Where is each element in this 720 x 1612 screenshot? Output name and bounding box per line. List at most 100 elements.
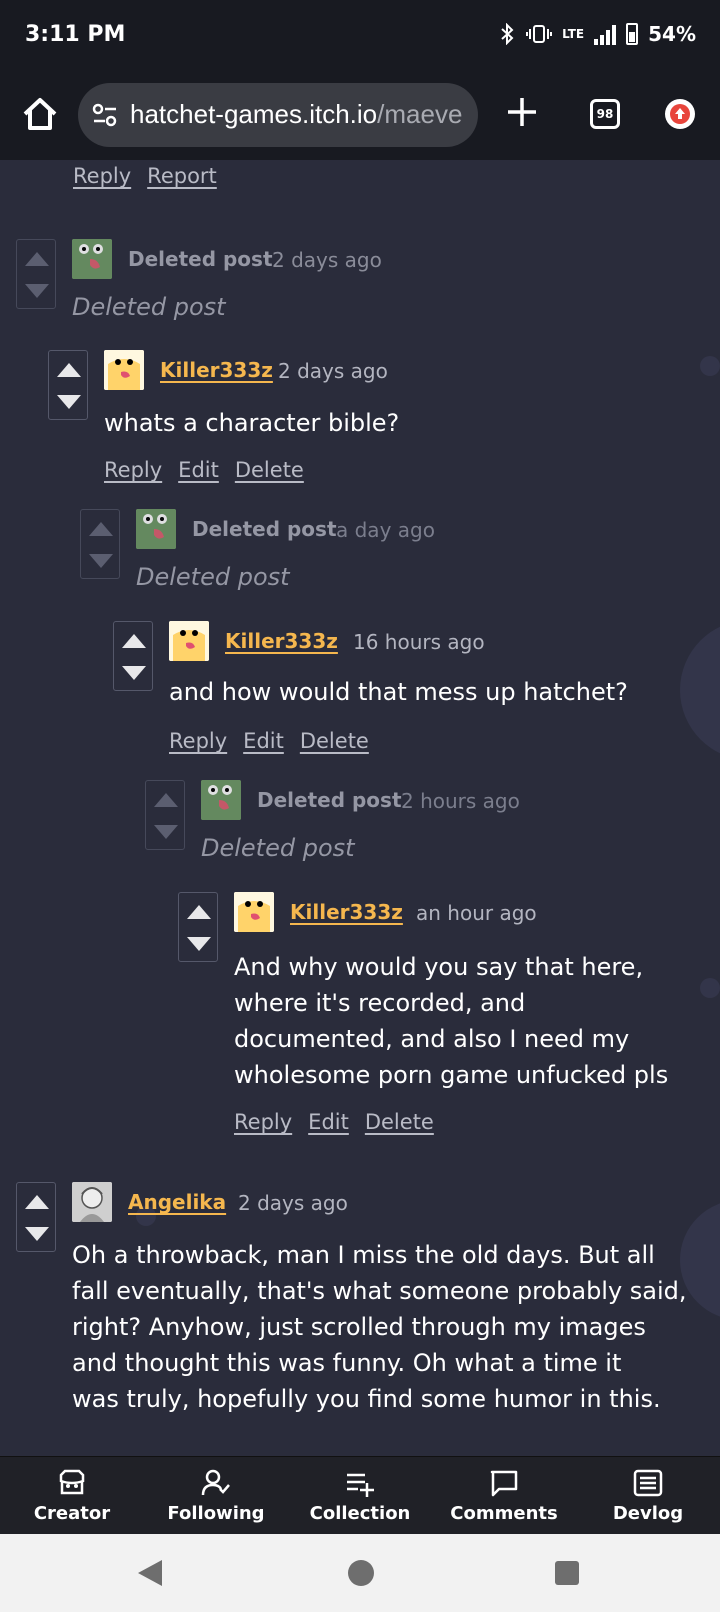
comment-author: Deleted post (192, 517, 337, 541)
nav-label: Creator (33, 1503, 111, 1524)
tab-switcher-button[interactable]: 98 (590, 99, 620, 129)
site-settings-icon[interactable] (92, 103, 118, 127)
following-icon (201, 1469, 230, 1496)
nav-label: Following (167, 1503, 265, 1524)
comment-author: Deleted post (128, 247, 273, 271)
frog-icon (136, 509, 176, 549)
nav-creator[interactable]: Creator (0, 1457, 144, 1534)
comment-time: 2 days ago (238, 1191, 348, 1215)
vibrate-icon (526, 25, 553, 43)
edit-link[interactable]: Edit (178, 458, 219, 482)
tab-count: 98 (596, 107, 614, 121)
url-text[interactable]: hatchet-games.itch.io/maeve (130, 99, 462, 130)
comment: Deleted post a day ago Deleted post (80, 509, 700, 619)
nav-label: Devlog (612, 1503, 684, 1524)
vote-widget (178, 892, 218, 962)
battery-icon (626, 23, 639, 45)
downvote-icon[interactable] (57, 395, 81, 409)
nav-collection[interactable]: Collection (288, 1457, 432, 1534)
upvote-icon[interactable] (122, 634, 146, 648)
reply-link[interactable]: Reply (73, 164, 131, 188)
downvote-icon[interactable] (89, 554, 113, 568)
delete-link[interactable]: Delete (300, 729, 369, 753)
new-tab-icon[interactable] (504, 94, 540, 130)
vote-widget (145, 780, 185, 850)
nav-devlog[interactable]: Devlog (576, 1457, 720, 1534)
duck-icon (169, 621, 209, 661)
comment: Deleted post 2 hours ago Deleted post (145, 780, 705, 890)
vote-widget (80, 509, 120, 579)
duck-icon (234, 892, 274, 932)
nav-label: Comments (450, 1503, 558, 1524)
comment-time: 2 hours ago (401, 789, 520, 813)
comment-time: 2 days ago (272, 248, 382, 272)
comment-line: right? Anyhow, just scrolled through my … (72, 1313, 646, 1341)
comments-section[interactable]: Reply Report Deleted post 2 days ago Del… (0, 160, 720, 1456)
comment-line: and thought this was funny. Oh what a ti… (72, 1349, 622, 1377)
browser-toolbar: hatchet-games.itch.io/maeve 98 (0, 72, 720, 160)
downvote-icon[interactable] (187, 937, 211, 951)
comment-line: where it's recorded, and (234, 989, 526, 1017)
nav-comments[interactable]: Comments (432, 1457, 576, 1534)
upvote-icon[interactable] (89, 522, 113, 536)
comment-author-link[interactable]: Killer333z (160, 358, 273, 382)
frog-icon (72, 239, 112, 279)
edit-link[interactable]: Edit (308, 1110, 349, 1134)
comment: Killer333z 16 hours ago and how would th… (113, 621, 713, 771)
downvote-icon[interactable] (122, 666, 146, 680)
upvote-icon[interactable] (187, 905, 211, 919)
back-icon[interactable] (138, 1560, 162, 1586)
upvote-icon[interactable] (154, 793, 178, 807)
comment-line: fall eventually, that's what someone pro… (72, 1277, 687, 1305)
comment-time: an hour ago (416, 901, 537, 925)
comment-body: And why would you say that here, where i… (234, 949, 704, 1093)
anime-avatar-icon (72, 1182, 112, 1222)
comment: Killer333z an hour ago And why would you… (178, 892, 708, 1152)
recents-icon[interactable] (555, 1561, 579, 1585)
downvote-icon[interactable] (25, 1227, 49, 1241)
upvote-icon[interactable] (25, 1195, 49, 1209)
battery-percent: 54% (648, 22, 696, 46)
delete-link[interactable]: Delete (365, 1110, 434, 1134)
vote-widget (113, 621, 153, 691)
reply-link[interactable]: Reply (234, 1110, 292, 1134)
delete-link[interactable]: Delete (235, 458, 304, 482)
comment-body: Deleted post (72, 293, 226, 321)
edit-link[interactable]: Edit (243, 729, 284, 753)
downvote-icon[interactable] (154, 825, 178, 839)
reply-link[interactable]: Reply (169, 729, 227, 753)
report-link[interactable]: Report (147, 164, 217, 188)
upvote-icon[interactable] (25, 252, 49, 266)
duck-icon (104, 350, 144, 390)
url-bar[interactable]: hatchet-games.itch.io/maeve (78, 83, 478, 147)
comment-author-link[interactable]: Killer333z (225, 629, 338, 653)
status-time: 3:11 PM (25, 22, 126, 47)
signal-icon (594, 23, 617, 45)
comment-line: documented, and also I need my (234, 1025, 630, 1053)
vote-widget (48, 350, 88, 420)
comment-author-link[interactable]: Angelika (128, 1190, 226, 1214)
comment: Killer333z 2 days ago whats a character … (48, 350, 708, 500)
comment: Deleted post 2 days ago Deleted post (16, 239, 706, 349)
downvote-icon[interactable] (25, 284, 49, 298)
upvote-icon[interactable] (57, 363, 81, 377)
collection-icon (347, 1473, 374, 1497)
comment-line: Oh a throwback, man I miss the old days.… (72, 1241, 655, 1269)
update-icon[interactable] (665, 99, 695, 129)
network-type: LTE (562, 27, 585, 41)
comment-line: was truly, hopefully you find some humor… (72, 1385, 661, 1413)
bottom-navigation: Creator Following Collection Comments De… (0, 1456, 720, 1534)
reply-link[interactable]: Reply (104, 458, 162, 482)
nav-following[interactable]: Following (144, 1457, 288, 1534)
comment-time: a day ago (336, 518, 435, 542)
status-bar: 3:11 PM LTE 54% (0, 0, 720, 72)
comment-time: 2 days ago (278, 359, 388, 383)
home-icon[interactable] (20, 94, 60, 134)
comment-author-link[interactable]: Killer333z (290, 900, 403, 924)
home-circle-icon[interactable] (348, 1560, 374, 1586)
comment-actions: Reply Edit Delete (234, 1110, 434, 1134)
comment-body: Oh a throwback, man I miss the old days.… (72, 1237, 712, 1417)
comment-actions: Reply Edit Delete (169, 729, 369, 753)
comment-body: whats a character bible? (104, 409, 400, 437)
comment-body: Deleted post (136, 563, 290, 591)
